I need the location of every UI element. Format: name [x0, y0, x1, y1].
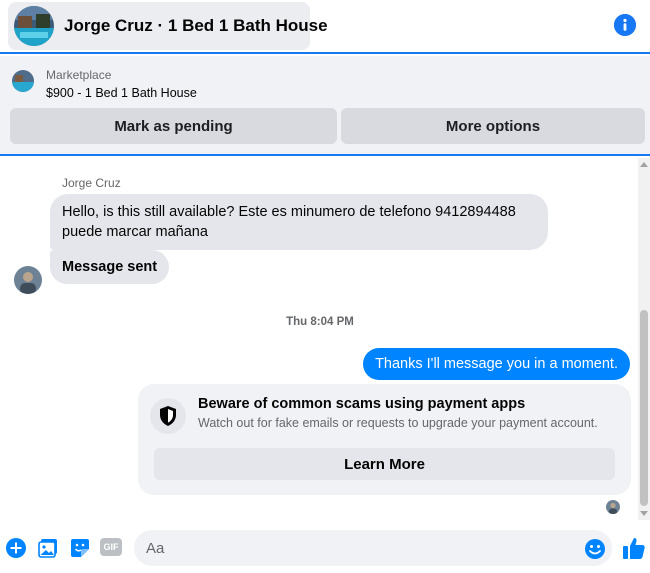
info-icon[interactable] — [614, 14, 636, 36]
incoming-message[interactable]: Message sent — [50, 250, 170, 284]
message-thread[interactable]: Jorge Cruz Hello, is this still availabl… — [0, 158, 650, 520]
scam-warning-card: Beware of common scams using payment app… — [138, 384, 631, 495]
scam-warning-title: Beware of common scams using payment app… — [198, 396, 526, 412]
conversation-header: Jorge Cruz · 1 Bed 1 Bath House — [0, 0, 650, 54]
emoji-icon[interactable] — [584, 538, 606, 560]
incoming-message[interactable]: Hello, is this still available? Este es … — [50, 194, 548, 250]
scroll-down-arrow-icon[interactable] — [640, 511, 648, 516]
message-timestamp: Thu 8:04 PM — [286, 316, 354, 328]
like-icon[interactable] — [622, 536, 646, 560]
conversation-title: Jorge Cruz · 1 Bed 1 Bath House — [64, 16, 328, 35]
marketplace-panel: Marketplace $900 - 1 Bed 1 Bath House Ma… — [0, 56, 650, 156]
conversation-title-chip[interactable]: Jorge Cruz · 1 Bed 1 Bath House — [8, 2, 328, 50]
photo-icon[interactable] — [38, 538, 58, 558]
listing-title[interactable]: $900 - 1 Bed 1 Bath House — [46, 86, 197, 100]
more-options-button[interactable]: More options — [341, 108, 645, 144]
scroll-thumb[interactable] — [640, 310, 648, 506]
mark-as-pending-button[interactable]: Mark as pending — [10, 108, 337, 144]
plus-icon[interactable] — [6, 538, 26, 558]
listing-thumbnail — [12, 70, 34, 92]
sender-name: Jorge Cruz — [62, 176, 121, 190]
shield-icon — [150, 398, 186, 434]
message-composer: GIF — [0, 520, 650, 573]
sticker-icon[interactable] — [70, 538, 90, 558]
read-receipt-avatar — [606, 500, 620, 514]
learn-more-button[interactable]: Learn More — [154, 448, 615, 480]
avatar[interactable] — [14, 266, 42, 294]
scroll-up-arrow-icon[interactable] — [640, 162, 648, 167]
message-input[interactable] — [134, 530, 612, 566]
listing-avatar — [14, 6, 54, 46]
marketplace-label: Marketplace — [46, 68, 112, 82]
scrollbar[interactable] — [638, 158, 650, 520]
outgoing-message[interactable]: Thanks I'll message you in a moment. — [363, 348, 630, 380]
gif-icon[interactable]: GIF — [100, 538, 122, 556]
scam-warning-description: Watch out for fake emails or requests to… — [198, 416, 598, 430]
